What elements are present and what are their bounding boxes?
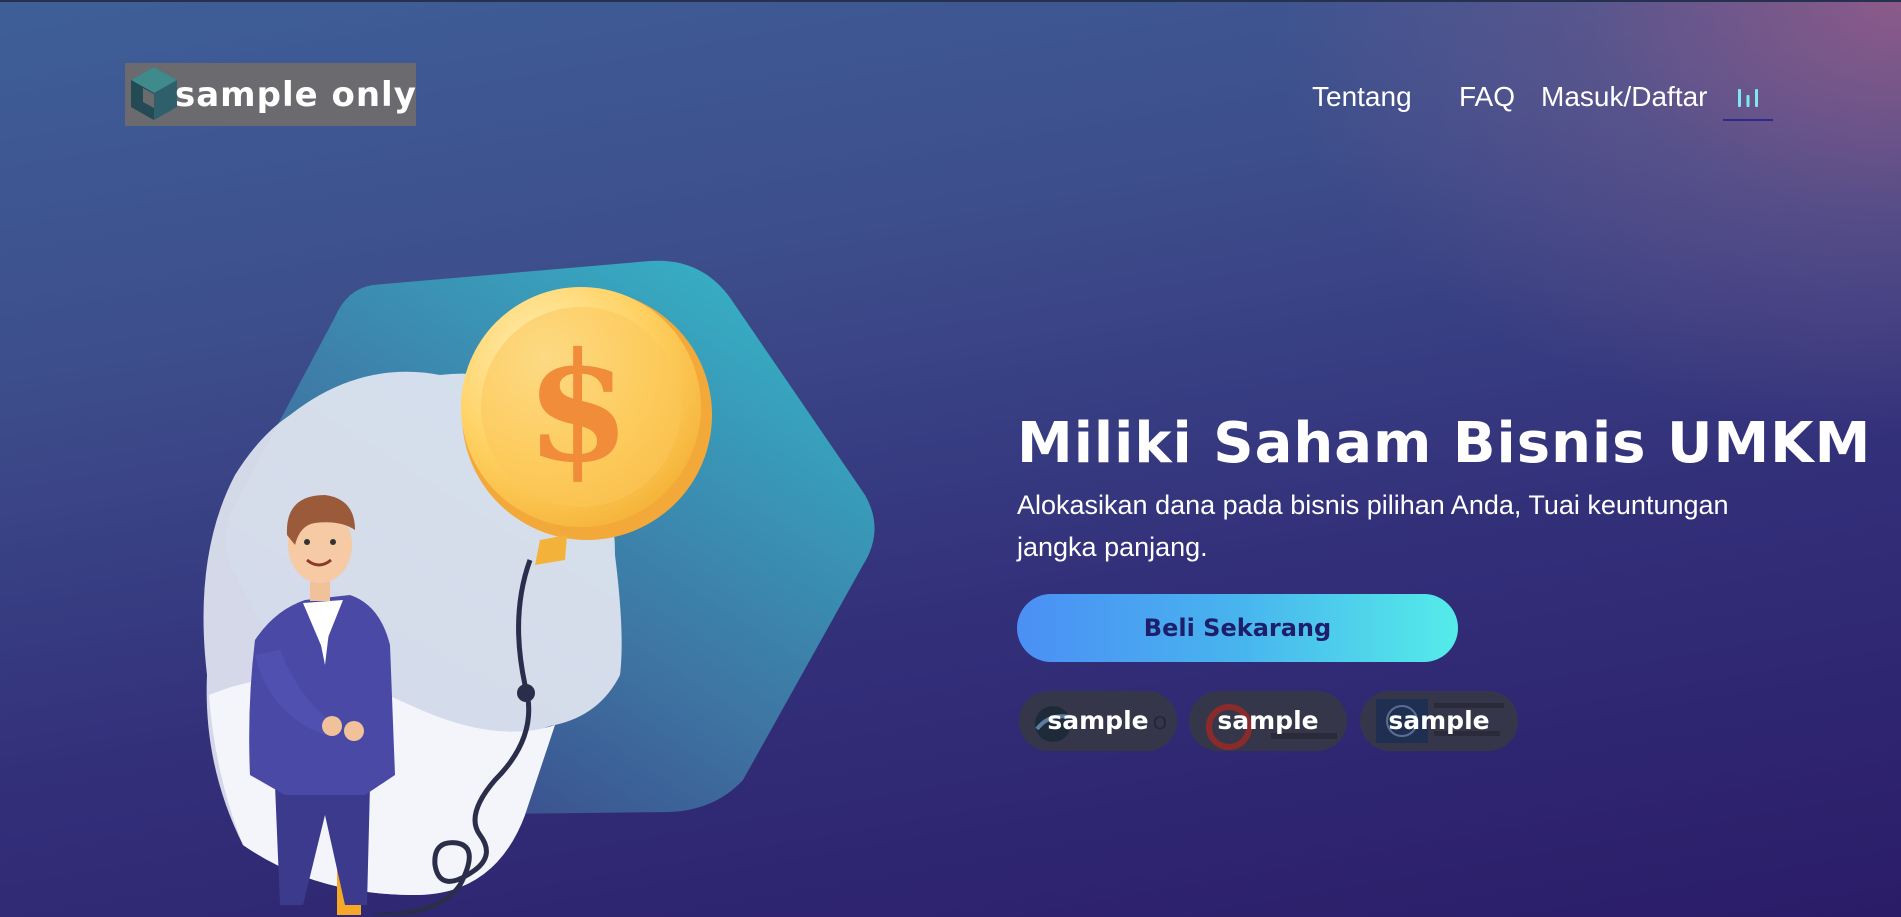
menu-toggle-button[interactable]: [1723, 79, 1773, 121]
logo-text: sample only: [175, 74, 416, 115]
bar-chart-icon: [1738, 89, 1758, 107]
certification-badge[interactable]: sample: [1189, 691, 1347, 751]
man-pumping-coin-balloon-illustration: $: [203, 260, 875, 915]
nav-link-tentang[interactable]: Tentang: [1312, 77, 1412, 117]
badge-label: sample: [1217, 706, 1319, 735]
svg-text:$: $: [526, 320, 630, 496]
certification-badge[interactable]: O sample: [1019, 691, 1177, 751]
site-logo[interactable]: sample only: [125, 63, 416, 126]
top-border: [0, 0, 1901, 2]
hero-title: Miliki Saham Bisnis UMKM: [1017, 411, 1872, 476]
nav-link-masuk-daftar[interactable]: Masuk/Daftar: [1541, 77, 1708, 117]
nav-link-faq[interactable]: FAQ: [1459, 77, 1515, 117]
hero-subtitle: Alokasikan dana pada bisnis pilihan Anda…: [1017, 490, 1729, 562]
badge-label: sample: [1047, 706, 1149, 735]
certification-badge[interactable]: sample: [1360, 691, 1518, 751]
buy-now-button[interactable]: Beli Sekarang: [1017, 594, 1458, 662]
badge-label: sample: [1388, 706, 1490, 735]
